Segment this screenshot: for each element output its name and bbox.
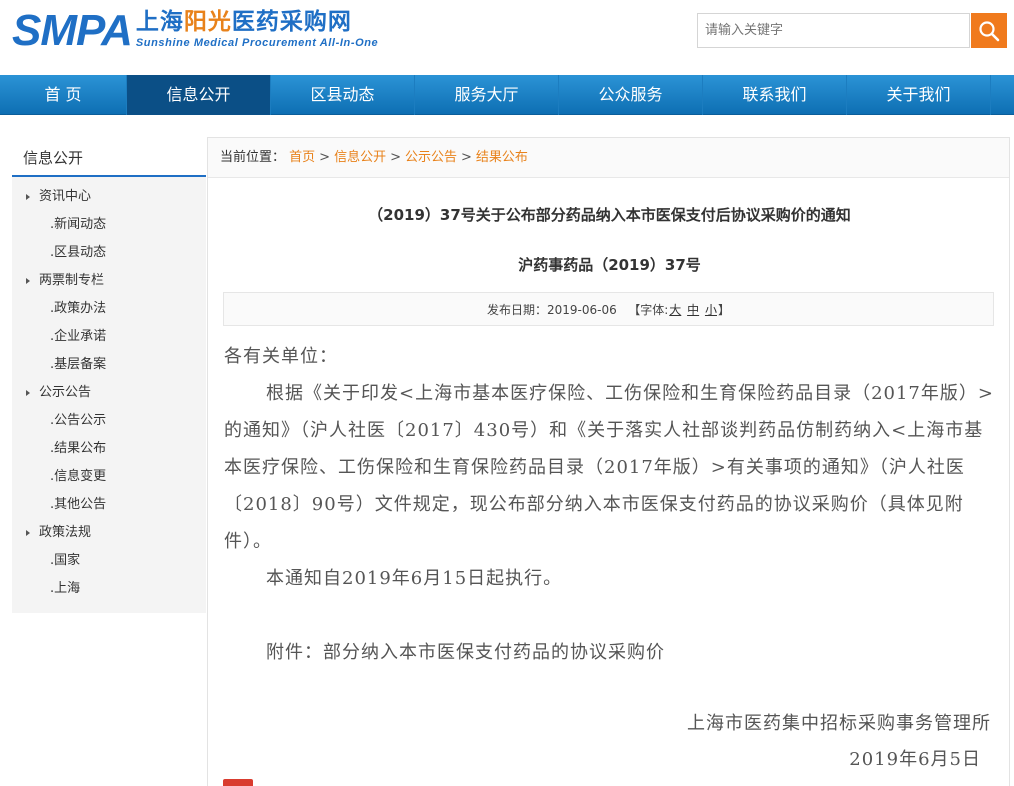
signature-org: 上海市医药集中招标采购事务管理所 bbox=[687, 713, 991, 734]
main-nav: 首 页信息公开 区县动态 服务大厅 公众服务 联系我们 关于我们 bbox=[0, 75, 1014, 115]
sidebar-item[interactable]: .区县动态 bbox=[12, 239, 206, 267]
article-body: 各有关单位： 根据《关于印发<上海市基本医疗保险、工伤保险和生育保险药品目录（2… bbox=[224, 338, 994, 671]
nav-item-0[interactable]: 首 页 bbox=[0, 75, 127, 115]
article-paragraph-1: 根据《关于印发<上海市基本医疗保险、工伤保险和生育保险药品目录（2017年版）>… bbox=[224, 383, 994, 552]
pdf-file-icon[interactable] bbox=[223, 779, 253, 786]
nav-item-6[interactable]: 关于我们 bbox=[847, 75, 991, 115]
meta-date-label: 发布日期： bbox=[487, 303, 548, 317]
logo-smpa-text: SMPA bbox=[12, 6, 133, 55]
search-button[interactable] bbox=[971, 13, 1007, 48]
article-attachment[interactable]: 附件：部分纳入本市医保支付药品的协议采购价 bbox=[224, 634, 994, 671]
breadcrumb-link-home[interactable]: 首页 bbox=[289, 150, 315, 165]
article-meta: 发布日期：2019-06-06 【字体:大 中 小】 bbox=[223, 292, 994, 326]
font-size-large-link[interactable]: 大 bbox=[669, 303, 681, 317]
triangle-right-icon bbox=[26, 530, 30, 536]
meta-font-open: 【字体: bbox=[628, 303, 669, 317]
main-content: 当前位置： 首页 > 信息公开 > 公示公告 > 结果公布 （2019）37号关于公布部分药… bbox=[207, 137, 1010, 786]
site-header: SMPA 上海阳光医药采购网 Sunshine Medical Procurem… bbox=[0, 0, 1014, 75]
logo-cn-part-2: 阳光 bbox=[183, 8, 232, 35]
sidebar-group-2[interactable]: 公示公告 bbox=[12, 379, 206, 407]
font-size-small-link[interactable]: 小 bbox=[705, 303, 717, 317]
triangle-right-icon bbox=[26, 278, 30, 284]
sidebar-group-1[interactable]: 两票制专栏 bbox=[12, 267, 206, 295]
sidebar-item[interactable]: .政策办法 bbox=[12, 295, 206, 323]
breadcrumb-sep: > bbox=[319, 150, 331, 165]
article-signature: 上海市医药集中招标采购事务管理所 2019年6月5日 bbox=[687, 706, 991, 778]
nav-item-1[interactable]: 信息公开 bbox=[127, 75, 271, 115]
breadcrumb: 当前位置： 首页 > 信息公开 > 公示公告 > 结果公布 bbox=[208, 138, 1009, 178]
sidebar-item[interactable]: .上海 bbox=[12, 575, 206, 603]
nav-item-5[interactable]: 联系我们 bbox=[703, 75, 847, 115]
logo-cn-part-3: 医药采购网 bbox=[231, 8, 352, 35]
search-input[interactable] bbox=[697, 13, 970, 48]
breadcrumb-sep: > bbox=[390, 150, 401, 165]
sidebar-group-3[interactable]: 政策法规 bbox=[12, 519, 206, 547]
triangle-right-icon bbox=[26, 390, 30, 396]
sidebar-item[interactable]: .企业承诺 bbox=[12, 323, 206, 351]
sidebar: 信息公开 资讯中心 .新闻动态 .区县动态两票制专栏 .政策办法 .企业承诺 .基层备案公… bbox=[12, 137, 206, 613]
logo-english-name: Sunshine Medical Procurement All-In-One bbox=[135, 37, 379, 49]
sidebar-group-0[interactable]: 资讯中心 bbox=[12, 183, 206, 211]
meta-date: 2019-06-06 bbox=[547, 303, 617, 317]
nav-item-3[interactable]: 服务大厅 bbox=[415, 75, 559, 115]
sidebar-group-label: 两票制专栏 bbox=[39, 273, 105, 288]
sidebar-item[interactable]: .公告公示 bbox=[12, 407, 206, 435]
sidebar-item[interactable]: .结果公布 bbox=[12, 435, 206, 463]
breadcrumb-sep: > bbox=[461, 150, 472, 165]
logo-text-group: 上海阳光医药采购网 Sunshine Medical Procurement A… bbox=[136, 8, 378, 49]
sidebar-item[interactable]: .信息变更 bbox=[12, 463, 206, 491]
triangle-right-icon bbox=[26, 194, 30, 200]
sidebar-item[interactable]: .国家 bbox=[12, 547, 206, 575]
sidebar-item[interactable]: .新闻动态 bbox=[12, 211, 206, 239]
article-salutation: 各有关单位： bbox=[224, 346, 338, 367]
sidebar-title: 信息公开 bbox=[12, 137, 206, 177]
sidebar-group-label: 资讯中心 bbox=[39, 189, 92, 204]
article-subtitle: 沪药事药品（2019）37号 bbox=[518, 256, 701, 274]
sidebar-item[interactable]: .基层备案 bbox=[12, 351, 206, 379]
site-logo[interactable]: SMPA 上海阳光医药采购网 Sunshine Medical Procurem… bbox=[12, 8, 378, 56]
nav-item-2[interactable]: 区县动态 bbox=[271, 75, 415, 115]
article-title: （2019）37号关于公布部分药品纳入本市医保支付后协议采购价的通知 bbox=[368, 206, 851, 224]
logo-chinese-name: 上海阳光医药采购网 bbox=[136, 8, 378, 36]
breadcrumb-prefix: 当前位置： bbox=[220, 150, 286, 165]
breadcrumb-link-info[interactable]: 信息公开 bbox=[334, 150, 386, 165]
font-size-medium-link[interactable]: 中 bbox=[687, 303, 699, 317]
meta-font-close: 】 bbox=[717, 303, 730, 317]
article-paragraph-2: 本通知自2019年6月15日起执行。 bbox=[266, 568, 563, 589]
signature-date: 2019年6月5日 bbox=[849, 749, 981, 770]
sidebar-list: 资讯中心 .新闻动态 .区县动态两票制专栏 .政策办法 .企业承诺 .基层备案公示公告 .公… bbox=[12, 177, 206, 603]
search-icon bbox=[979, 20, 1000, 41]
sidebar-group-label: 公示公告 bbox=[39, 385, 92, 400]
breadcrumb-link-notices[interactable]: 公示公告 bbox=[405, 150, 457, 165]
logo-cn-part-1: 上海 bbox=[135, 8, 184, 35]
sidebar-group-label: 政策法规 bbox=[39, 525, 92, 540]
sidebar-item[interactable]: .其他公告 bbox=[12, 491, 206, 519]
breadcrumb-link-results[interactable]: 结果公布 bbox=[476, 150, 528, 165]
nav-item-4[interactable]: 公众服务 bbox=[559, 75, 703, 115]
